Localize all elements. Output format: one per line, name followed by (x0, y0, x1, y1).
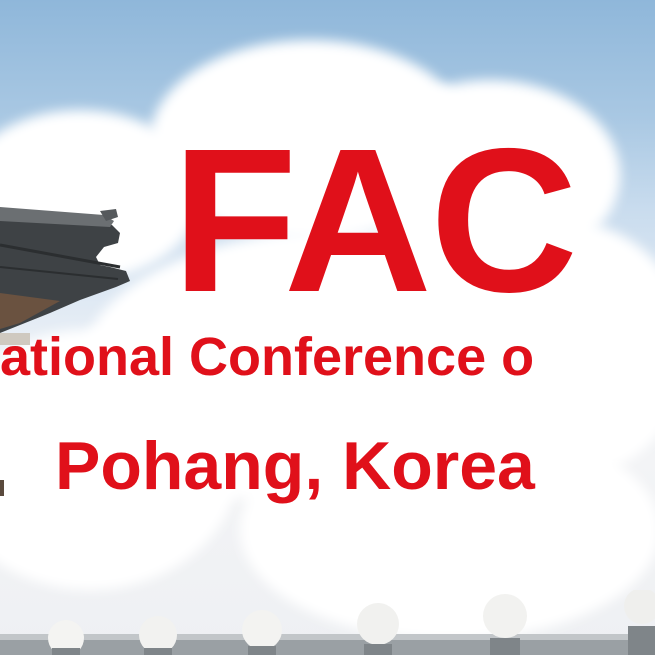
banner-location: Pohang, Korea (55, 428, 535, 504)
banner-title: FAC (172, 106, 578, 335)
stone-railing-image (0, 590, 655, 655)
banner-subtitle: ational Conference o (0, 327, 535, 387)
roof-ornament-image (0, 480, 4, 496)
conference-banner: FAC ational Conference o Pohang, Korea (0, 0, 655, 655)
pagoda-roof-image (0, 207, 130, 345)
